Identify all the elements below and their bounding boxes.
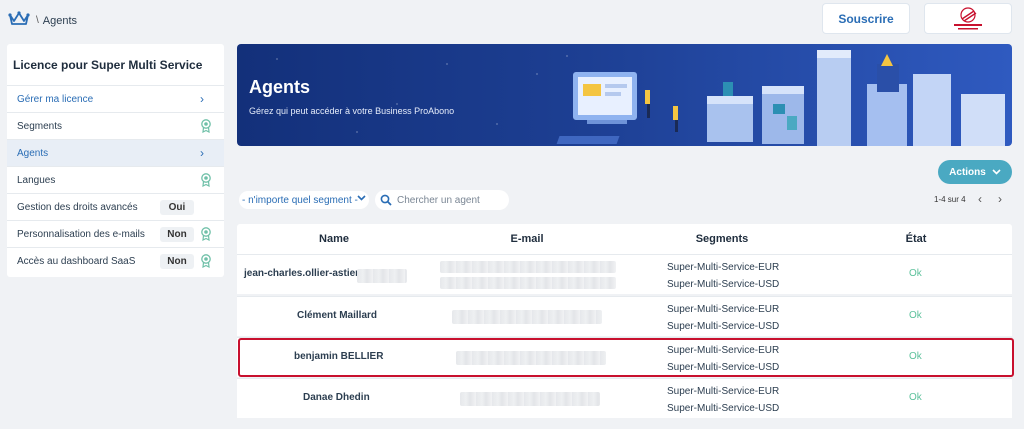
prev-page-icon[interactable]: ‹	[978, 192, 982, 206]
segment-label: Super-Multi-Service-EUR	[667, 262, 780, 273]
segment-label: Super-Multi-Service-USD	[667, 279, 780, 290]
sidebar-item-label: Langues	[17, 174, 56, 186]
award-badge-icon	[201, 119, 211, 133]
redacted-email	[460, 392, 600, 406]
segment-filter-select[interactable]: - n'importe quel segment -	[239, 191, 369, 209]
status-badge: Non	[160, 254, 194, 269]
pagination-text: 1-4 sur 4	[934, 195, 966, 204]
segment-label: Super-Multi-Service-EUR	[667, 386, 780, 397]
sidebar-item-advanced-rights[interactable]: Gestion des droits avancés Oui	[7, 193, 224, 220]
next-page-icon[interactable]: ›	[998, 192, 1002, 206]
award-badge-icon	[201, 173, 211, 187]
sidebar-item-agents[interactable]: Agents ›	[7, 139, 224, 166]
banner-illustration	[276, 50, 1005, 146]
sidebar-item-label: Accès au dashboard SaaS	[17, 255, 136, 267]
segments-cell: Super-Multi-Service-EUR Super-Multi-Serv…	[667, 383, 779, 417]
agent-name: Danae Dhedin	[303, 392, 370, 403]
redacted-email	[452, 310, 602, 324]
segments-cell: Super-Multi-Service-EUR Super-Multi-Serv…	[667, 259, 779, 293]
segment-label: Super-Multi-Service-EUR	[667, 304, 780, 315]
agents-table: Name E-mail Segments État jean-charles.o…	[237, 224, 1012, 418]
breadcrumb-separator: \	[36, 15, 39, 26]
sidebar-item-saas-dashboard[interactable]: Accès au dashboard SaaS Non	[7, 247, 224, 274]
sidebar-item-label: Gestion des droits avancés	[17, 201, 138, 213]
actions-button[interactable]: Actions	[938, 160, 1012, 184]
actions-label: Actions	[949, 166, 986, 178]
column-header-segments[interactable]: Segments	[696, 233, 749, 245]
segment-filter-value: - n'importe quel segment -	[242, 194, 358, 206]
table-row[interactable]: jean-charles.ollier-astier Super-Multi-S…	[237, 254, 1012, 294]
subscribe-button[interactable]: Souscrire	[822, 3, 910, 34]
chevron-down-icon	[357, 193, 366, 203]
sidebar-item-email-customization[interactable]: Personnalisation des e-mails Non	[7, 220, 224, 247]
chevron-right-icon: ›	[200, 146, 204, 160]
segment-label: Super-Multi-Service-USD	[667, 403, 780, 414]
top-bar: \ Agents Souscrire	[0, 0, 1024, 40]
sidebar-item-label: Personnalisation des e-mails	[17, 228, 145, 240]
chevron-down-icon	[992, 169, 1001, 175]
award-badge-icon	[201, 254, 211, 268]
table-row[interactable]: Danae Dhedin Super-Multi-Service-EUR Sup…	[237, 378, 1012, 418]
redacted-text	[357, 269, 407, 283]
award-badge-icon	[201, 227, 211, 241]
sidebar-item-languages[interactable]: Langues	[7, 166, 224, 193]
sidebar-item-label: Segments	[17, 120, 63, 132]
sidebar: Licence pour Super Multi Service Gérer m…	[7, 44, 224, 277]
row-highlight-annotation	[238, 338, 1014, 377]
column-header-state[interactable]: État	[906, 233, 927, 245]
state-value: Ok	[909, 310, 922, 321]
breadcrumb: \ Agents	[8, 11, 77, 30]
column-header-email[interactable]: E-mail	[510, 233, 543, 245]
column-header-name[interactable]: Name	[319, 233, 349, 245]
agent-search[interactable]	[375, 190, 509, 210]
agent-name: jean-charles.ollier-astier	[244, 268, 360, 279]
page-title: Agents	[249, 77, 311, 97]
state-value: Ok	[909, 268, 922, 279]
search-input[interactable]	[397, 194, 505, 206]
table-row[interactable]: Clément Maillard Super-Multi-Service-EUR…	[237, 296, 1012, 336]
state-value: Ok	[909, 392, 922, 403]
status-badge: Oui	[160, 200, 194, 215]
segments-cell: Super-Multi-Service-EUR Super-Multi-Serv…	[667, 301, 779, 335]
brand-logo-image	[954, 6, 982, 29]
page-subtitle: Gérez qui peut accéder à votre Business …	[249, 106, 455, 116]
sidebar-item-label: Agents	[17, 147, 49, 159]
table-header: Name E-mail Segments État	[237, 224, 1012, 254]
status-badge: Non	[160, 227, 194, 242]
search-icon	[380, 194, 392, 206]
breadcrumb-current: Agents	[42, 14, 78, 27]
crown-icon[interactable]	[8, 11, 30, 30]
page-banner: Agents Gérez qui peut accéder à votre Bu…	[237, 44, 1012, 146]
agent-name: Clément Maillard	[297, 310, 378, 321]
sidebar-item-segments[interactable]: Segments	[7, 112, 224, 139]
chevron-right-icon: ›	[200, 92, 204, 106]
sidebar-item-label: Gérer ma licence	[17, 93, 94, 105]
redacted-email	[440, 277, 616, 289]
redacted-email	[440, 261, 616, 273]
sidebar-item-manage-licence[interactable]: Gérer ma licence ›	[7, 85, 224, 112]
segment-label: Super-Multi-Service-USD	[667, 321, 780, 332]
brand-logo[interactable]	[924, 3, 1012, 34]
